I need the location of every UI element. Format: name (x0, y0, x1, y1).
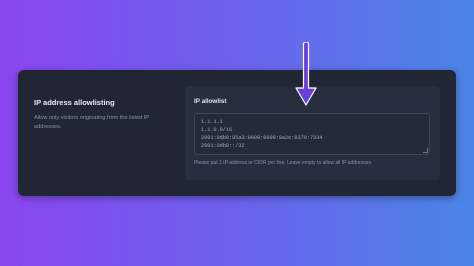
section-description: Allow only visitors originating from the… (34, 115, 149, 130)
ip-entry: 2001:0db8:85a3:0000:0000:8a2e:0370:7334 (201, 135, 323, 141)
down-arrow-icon (295, 42, 317, 106)
ip-allowlist-textarea[interactable]: 1.1.1.1 1.1.0.0/16 2001:0db8:85a3:0000:0… (194, 113, 430, 155)
ip-allowlist-label: IP allowlist (194, 98, 227, 105)
ip-entry: 1.1.1.1 (201, 119, 223, 125)
ip-allowlist-help-text: Please put 1 IP address or CIDR per line… (194, 160, 373, 166)
ip-entry: 2001:0db8::/32 (201, 143, 245, 149)
resize-handle[interactable] (423, 148, 428, 153)
section-title: IP address allowlisting (34, 98, 115, 107)
ip-entry: 1.1.0.0/16 (201, 127, 233, 133)
ip-allowlisting-panel: IP address allowlisting Allow only visit… (18, 70, 456, 196)
